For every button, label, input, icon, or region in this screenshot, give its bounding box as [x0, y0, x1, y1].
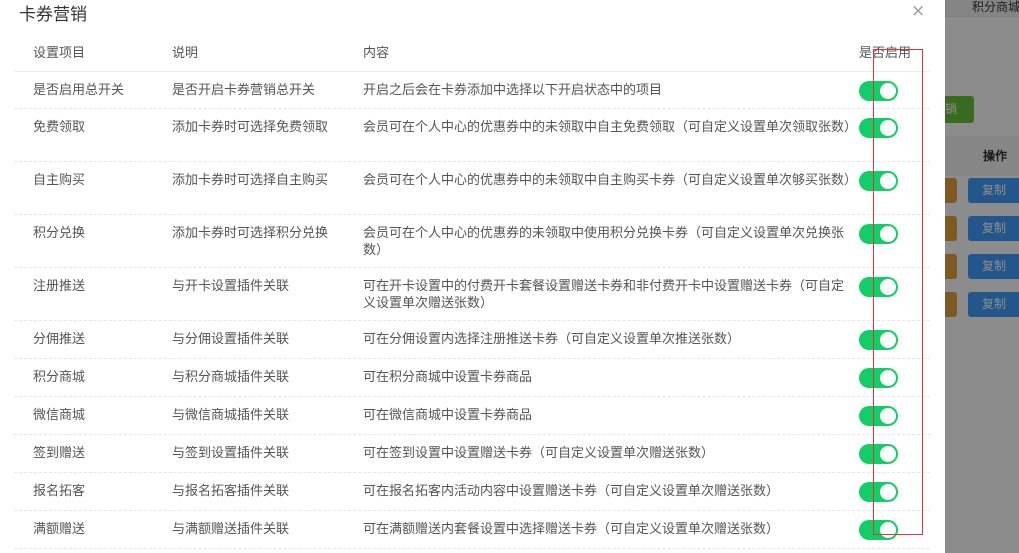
- enable-switch[interactable]: [859, 406, 898, 426]
- toggle-cell: [859, 359, 930, 396]
- row-content: 可在开卡设置中的付费开卡套餐设置赠送卡券和非付费开卡中设置赠送卡券（可自定义设置…: [363, 279, 845, 311]
- switch-knob: [880, 279, 896, 295]
- row-description: 与开卡设置插件关联: [172, 279, 290, 294]
- table-header: 设置项目 说明 内容 是否启用: [14, 36, 930, 72]
- row-item: 注册推送: [33, 279, 86, 294]
- column-header-content: 内容: [363, 46, 390, 61]
- row-item: 自主购买: [33, 173, 86, 188]
- switch-knob: [880, 120, 896, 136]
- switch-knob: [880, 484, 896, 500]
- row-description: 是否开启卡券营销总开关: [172, 83, 316, 98]
- enable-switch[interactable]: [859, 368, 898, 388]
- row-item: 报名拓客: [33, 484, 86, 499]
- row-item: 微信商城: [33, 408, 86, 423]
- table-row: 注册推送 与开卡设置插件关联 可在开卡设置中的付费开卡套餐设置赠送卡券和非付费开…: [14, 268, 930, 321]
- row-description: 与签到设置插件关联: [172, 446, 290, 461]
- column-header-enabled: 是否启用: [859, 46, 912, 61]
- switch-knob: [880, 226, 896, 242]
- switch-knob: [880, 83, 896, 99]
- toggle-cell: [859, 435, 930, 472]
- card-marketing-dialog: 卡券营销 × 设置项目 说明 内容 是否启用 是否启用总开关 是否开启卡券营销总…: [0, 0, 945, 553]
- row-item: 积分商城: [33, 370, 86, 385]
- toggle-cell: [859, 162, 930, 214]
- table-row: 签到赠送 与签到设置插件关联 可在签到设置中设置赠送卡券（可自定义设置单次赠送张…: [14, 435, 930, 473]
- table-row: 满额赠送 与满额赠送插件关联 可在满额赠送内套餐设置中选择赠送卡券（可自定义设置…: [14, 511, 930, 549]
- switch-knob: [880, 522, 896, 538]
- enable-switch[interactable]: [859, 520, 898, 540]
- row-item: 积分兑换: [33, 226, 86, 241]
- column-header-item: 设置项目: [33, 46, 86, 61]
- toggle-cell: [859, 109, 930, 161]
- enable-switch[interactable]: [859, 482, 898, 502]
- table-row: 分佣推送 与分佣设置插件关联 可在分佣设置内选择注册推送卡券（可自定义设置单次推…: [14, 321, 930, 359]
- enable-switch[interactable]: [859, 277, 898, 297]
- table-row: 是否启用总开关 是否开启卡券营销总开关 开启之后会在卡券添加中选择以下开启状态中…: [14, 72, 930, 109]
- switch-knob: [880, 332, 896, 348]
- enable-switch[interactable]: [859, 330, 898, 350]
- row-content: 可在积分商城中设置卡券商品: [363, 370, 533, 385]
- enable-switch[interactable]: [859, 224, 898, 244]
- table-row: 报名拓客 与报名拓客插件关联 可在报名拓客内活动内容中设置赠送卡券（可自定义设置…: [14, 473, 930, 511]
- table-row: 自主购买 添加卡券时可选择自主购买 会员可在个人中心的优惠券中的未领取中自主购买…: [14, 162, 930, 215]
- enable-switch[interactable]: [859, 171, 898, 191]
- row-description: 添加卡券时可选择积分兑换: [172, 226, 329, 241]
- row-content: 会员可在个人中心的优惠券的未领取中使用积分兑换卡券（可自定义设置单次兑换张数）: [363, 226, 845, 258]
- enable-switch[interactable]: [859, 81, 898, 101]
- row-description: 与分佣设置插件关联: [172, 332, 290, 347]
- row-content: 可在签到设置中设置赠送卡券（可自定义设置单次赠送张数）: [363, 446, 715, 461]
- enable-switch[interactable]: [859, 118, 898, 138]
- row-description: 与积分商城插件关联: [172, 370, 290, 385]
- toggle-cell: [859, 473, 930, 510]
- row-description: 与微信商城插件关联: [172, 408, 290, 423]
- toggle-cell: [859, 397, 930, 434]
- row-item: 分佣推送: [33, 332, 86, 347]
- row-content: 可在分佣设置内选择注册推送卡券（可自定义设置单次推送张数）: [363, 332, 741, 347]
- row-content: 会员可在个人中心的优惠券中的未领取中自主购买卡券（可自定义设置单次够买张数）: [363, 173, 858, 188]
- toggle-cell: [859, 72, 930, 108]
- overlay-divider: [945, 16, 1019, 17]
- toggle-cell: [859, 321, 930, 358]
- switch-knob: [880, 173, 896, 189]
- row-item: 签到赠送: [33, 446, 86, 461]
- enable-switch[interactable]: [859, 444, 898, 464]
- table-row: 微信商城 与微信商城插件关联 可在微信商城中设置卡券商品: [14, 397, 930, 435]
- row-description: 添加卡券时可选择免费领取: [172, 120, 329, 135]
- row-content: 会员可在个人中心的优惠券中的未领取中自主免费领取（可自定义设置单次领取张数）: [363, 120, 858, 135]
- column-header-description: 说明: [172, 46, 199, 61]
- toggle-cell: [859, 215, 930, 267]
- row-description: 与满额赠送插件关联: [172, 522, 290, 537]
- row-item: 是否启用总开关: [33, 83, 125, 98]
- close-icon[interactable]: ×: [911, 3, 925, 20]
- switch-knob: [880, 370, 896, 386]
- row-item: 满额赠送: [33, 522, 86, 537]
- settings-table: 设置项目 说明 内容 是否启用 是否启用总开关 是否开启卡券营销总开关 开启之后…: [14, 36, 930, 549]
- row-content: 可在报名拓客内活动内容中设置赠送卡券（可自定义设置单次赠送张数）: [363, 484, 780, 499]
- row-content: 可在微信商城中设置卡券商品: [363, 408, 533, 423]
- row-content: 可在满额赠送内套餐设置中选择赠送卡券（可自定义设置单次赠送张数）: [363, 522, 780, 537]
- row-description: 与报名拓客插件关联: [172, 484, 290, 499]
- row-description: 添加卡券时可选择自主购买: [172, 173, 329, 188]
- table-row: 积分商城 与积分商城插件关联 可在积分商城中设置卡券商品: [14, 359, 930, 397]
- row-content: 开启之后会在卡券添加中选择以下开启状态中的项目: [363, 83, 663, 98]
- switch-knob: [880, 446, 896, 462]
- toggle-cell: [859, 511, 930, 548]
- modal-overlay[interactable]: [945, 0, 1019, 553]
- table-row: 免费领取 添加卡券时可选择免费领取 会员可在个人中心的优惠券中的未领取中自主免费…: [14, 109, 930, 162]
- dialog-title: 卡券营销: [19, 5, 87, 25]
- switch-knob: [880, 408, 896, 424]
- table-row: 积分兑换 添加卡券时可选择积分兑换 会员可在个人中心的优惠券的未领取中使用积分兑…: [14, 215, 930, 268]
- row-item: 免费领取: [33, 120, 86, 135]
- toggle-cell: [859, 268, 930, 320]
